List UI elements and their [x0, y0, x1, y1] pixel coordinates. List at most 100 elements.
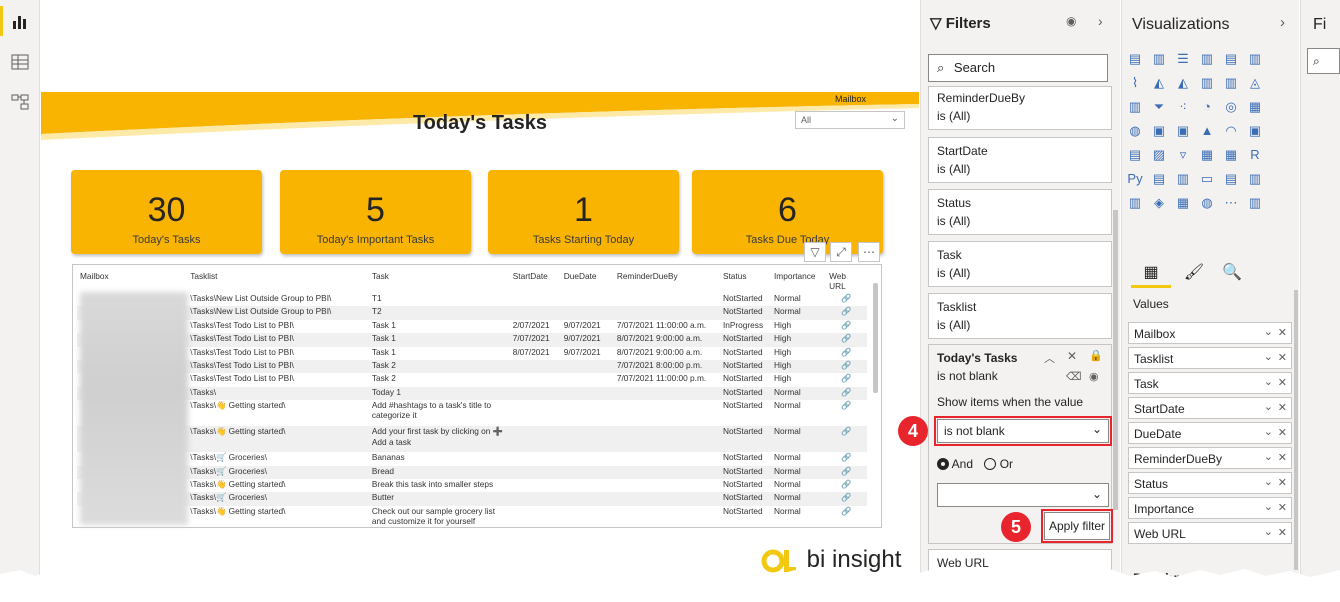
visual-type-icon[interactable]: ◠: [1223, 124, 1239, 138]
remove-field-icon[interactable]: ✕: [1278, 326, 1287, 339]
column-header[interactable]: Web URL: [826, 269, 867, 293]
table-row[interactable]: \Tasks\Test Todo List to PBI\ Task 1 8/07/…: [77, 347, 867, 360]
chevron-down-icon[interactable]: ⌄: [1264, 475, 1273, 488]
visual-type-icon[interactable]: ◍: [1199, 196, 1215, 210]
value-well-item[interactable]: StartDate ⌄ ✕: [1128, 397, 1292, 419]
visual-type-icon[interactable]: ◈: [1151, 196, 1167, 210]
visual-type-icon[interactable]: ▣: [1247, 124, 1263, 138]
column-header[interactable]: Importance: [771, 269, 826, 293]
visual-type-icon[interactable]: Py: [1127, 172, 1143, 186]
filter-card-reminderdueby[interactable]: ReminderDueBy is (All): [928, 86, 1112, 130]
lock-icon[interactable]: 🔒: [1089, 349, 1103, 362]
visual-type-icon[interactable]: ▨: [1151, 148, 1167, 162]
visual-type-icon[interactable]: ▥: [1247, 172, 1263, 186]
focus-mode-icon[interactable]: ⤢: [830, 242, 852, 262]
filter-card-task[interactable]: Task is (All): [928, 241, 1112, 287]
remove-field-icon[interactable]: ✕: [1278, 476, 1287, 489]
remove-field-icon[interactable]: ✕: [1278, 451, 1287, 464]
mailbox-slicer[interactable]: All ⌄: [795, 111, 905, 129]
filter-card-status[interactable]: Status is (All): [928, 189, 1112, 235]
link-icon[interactable]: 🔗: [826, 347, 867, 360]
table-row[interactable]: \Tasks\Test Todo List to PBI\ Task 2 7/07/…: [77, 373, 867, 386]
value-well-item[interactable]: DueDate ⌄ ✕: [1128, 422, 1292, 444]
table-row[interactable]: \Tasks\🛒 Groceries\ Bread NotStarted Normal…: [77, 465, 867, 479]
visual-type-icon[interactable]: ▿: [1175, 148, 1191, 162]
visual-type-icon[interactable]: ▥: [1175, 172, 1191, 186]
link-icon[interactable]: 🔗: [826, 506, 867, 527]
visual-type-icon[interactable]: ◔: [1199, 100, 1215, 114]
table-row[interactable]: \Tasks\🛒 Groceries\ Bananas NotStarted Norm…: [77, 452, 867, 465]
visual-filter-icon[interactable]: ▽: [804, 242, 826, 262]
link-icon[interactable]: 🔗: [826, 320, 867, 333]
fields-search-icon[interactable]: ⌕: [1307, 48, 1340, 74]
visual-type-icon[interactable]: ◭: [1151, 76, 1167, 90]
chevron-down-icon[interactable]: ⌄: [1264, 450, 1273, 463]
table-row[interactable]: \Tasks\👋 Getting started\ Check out our s…: [77, 506, 867, 527]
more-options-icon[interactable]: ⋯: [858, 242, 880, 262]
table-row[interactable]: \Tasks\ Today 1 NotStarted Normal 🔗: [77, 386, 867, 401]
filters-search-input[interactable]: ⌕ Search: [928, 54, 1108, 82]
visual-type-icon[interactable]: ▥: [1199, 76, 1215, 90]
visual-type-icon[interactable]: ⋯: [1223, 196, 1239, 210]
eraser-icon[interactable]: ⌫: [1066, 370, 1082, 383]
column-header[interactable]: Mailbox: [77, 269, 187, 293]
and-radio[interactable]: [937, 458, 949, 470]
visual-type-icon[interactable]: ☰: [1175, 52, 1191, 66]
visual-type-icon[interactable]: ◍: [1127, 124, 1143, 138]
data-view-icon[interactable]: [10, 52, 30, 72]
remove-field-icon[interactable]: ✕: [1278, 376, 1287, 389]
filter-card-tasklist[interactable]: Tasklist is (All): [928, 293, 1112, 339]
visual-type-icon[interactable]: ◎: [1223, 100, 1239, 114]
chevron-down-icon[interactable]: ⌄: [1264, 325, 1273, 338]
value-well-item[interactable]: Web URL ⌄ ✕: [1128, 522, 1292, 544]
link-icon[interactable]: 🔗: [826, 373, 867, 386]
kpi-card-due-today[interactable]: 6 Tasks Due Today: [692, 170, 883, 254]
visual-type-icon[interactable]: ▣: [1175, 124, 1191, 138]
model-view-icon[interactable]: [10, 92, 30, 112]
kpi-card-todays-tasks[interactable]: 30 Today's Tasks: [71, 170, 262, 254]
column-header[interactable]: DueDate: [561, 269, 614, 293]
link-icon[interactable]: 🔗: [826, 293, 867, 306]
table-row[interactable]: \Tasks\🛒 Groceries\ Butter NotStarted Norma…: [77, 492, 867, 506]
chevron-down-icon[interactable]: ⌄: [1264, 375, 1273, 388]
kpi-card-important-tasks[interactable]: 5 Today's Important Tasks: [280, 170, 471, 254]
column-header[interactable]: Tasklist: [187, 269, 369, 293]
visual-type-icon[interactable]: ⌇: [1127, 76, 1143, 90]
analytics-icon[interactable]: 🔍: [1220, 262, 1244, 286]
table-row[interactable]: \Tasks\Test Todo List to PBI\ Task 1 2/07/…: [77, 320, 867, 333]
remove-field-icon[interactable]: ✕: [1278, 401, 1287, 414]
table-row[interactable]: \Tasks\👋 Getting started\ Break this task…: [77, 479, 867, 492]
visual-type-icon[interactable]: ▣: [1151, 124, 1167, 138]
value-well-item[interactable]: Mailbox ⌄ ✕: [1128, 322, 1292, 344]
visual-type-icon[interactable]: ▤: [1223, 52, 1239, 66]
report-view-icon[interactable]: [10, 12, 30, 32]
link-icon[interactable]: 🔗: [826, 492, 867, 506]
table-row[interactable]: \Tasks\New List Outside Group to PBI\ T2 N…: [77, 306, 867, 320]
visual-type-icon[interactable]: ▦: [1175, 196, 1191, 210]
value-well-item[interactable]: ReminderDueBy ⌄ ✕: [1128, 447, 1292, 469]
apply-filter-button[interactable]: Apply filter: [1041, 509, 1113, 543]
visual-type-icon[interactable]: R: [1247, 148, 1263, 162]
visual-type-icon[interactable]: ▤: [1127, 148, 1143, 162]
column-header[interactable]: StartDate: [510, 269, 561, 293]
visual-type-icon[interactable]: ▥: [1127, 100, 1143, 114]
expand-viz-icon[interactable]: ›: [1280, 14, 1285, 31]
chevron-down-icon[interactable]: ⌄: [1264, 400, 1273, 413]
visual-type-icon[interactable]: ⁖: [1175, 100, 1191, 114]
eye-icon[interactable]: ◉: [1066, 14, 1076, 28]
link-icon[interactable]: 🔗: [826, 306, 867, 320]
visual-type-icon[interactable]: ▤: [1127, 52, 1143, 66]
collapse-filters-icon[interactable]: ›: [1098, 13, 1103, 29]
column-header[interactable]: Task: [369, 269, 510, 293]
visual-type-icon[interactable]: ▲: [1199, 124, 1215, 138]
column-header[interactable]: Status: [720, 269, 771, 293]
fields-tab-icon[interactable]: ▦: [1131, 262, 1171, 288]
second-condition-select[interactable]: ⌄: [937, 483, 1109, 507]
visual-type-icon[interactable]: ◭: [1175, 76, 1191, 90]
visual-type-icon[interactable]: ▦: [1223, 148, 1239, 162]
filters-scrollbar[interactable]: [1113, 210, 1118, 510]
chevron-down-icon[interactable]: ⌄: [1264, 500, 1273, 513]
kpi-card-starting-today[interactable]: 1 Tasks Starting Today: [488, 170, 679, 254]
visual-type-icon[interactable]: ▦: [1247, 100, 1263, 114]
link-icon[interactable]: 🔗: [826, 426, 867, 453]
